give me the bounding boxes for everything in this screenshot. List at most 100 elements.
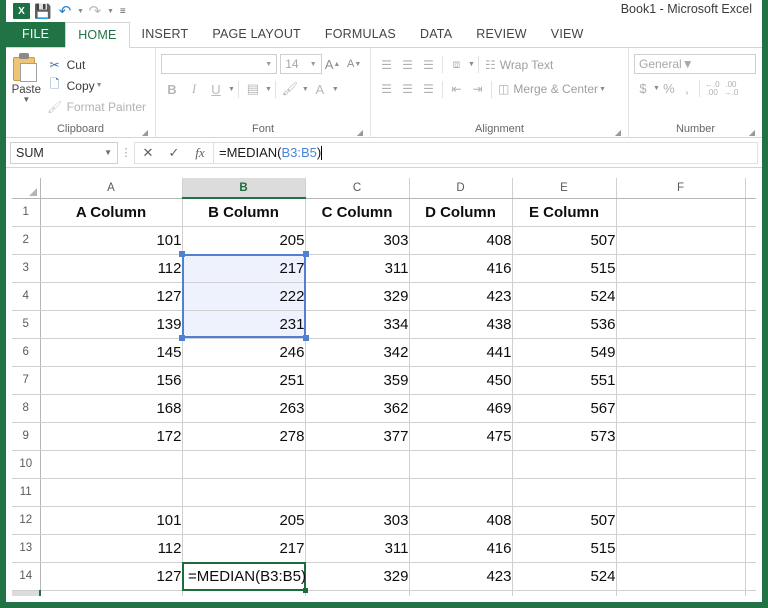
font-name-dropdown-icon[interactable]: ▼	[265, 61, 272, 68]
cell-F10[interactable]	[616, 450, 746, 479]
cell-D14[interactable]: 423	[409, 562, 513, 591]
cell-G11[interactable]	[745, 478, 756, 507]
cell-C3[interactable]: 311	[305, 254, 410, 283]
row-header-10[interactable]: 10	[12, 450, 41, 479]
cell-E5[interactable]: 536	[512, 310, 617, 339]
row-header-5[interactable]: 5	[12, 310, 41, 339]
cell-F12[interactable]	[616, 506, 746, 535]
save-icon[interactable]: 💾	[32, 2, 54, 20]
cell-B12[interactable]: 205	[182, 506, 306, 535]
column-header-e[interactable]: E	[512, 178, 617, 199]
cell-A2[interactable]: 101	[40, 226, 183, 255]
cell-G5[interactable]	[745, 310, 756, 339]
name-box-dropdown-icon[interactable]: ▼	[104, 148, 112, 157]
paste-button[interactable]: Paste ▼	[11, 51, 42, 123]
cell-C5[interactable]: 334	[305, 310, 410, 339]
column-header-d[interactable]: D	[409, 178, 513, 199]
cell-F6[interactable]	[616, 338, 746, 367]
cell-D12[interactable]: 408	[409, 506, 513, 535]
selection-handle-bottom-left[interactable]	[179, 335, 185, 341]
cell-A12[interactable]: 101	[40, 506, 183, 535]
cell-F15[interactable]	[616, 590, 746, 596]
row-header-3[interactable]: 3	[12, 254, 41, 283]
cell-D4[interactable]: 423	[409, 282, 513, 311]
cell-D2[interactable]: 408	[409, 226, 513, 255]
cell-C8[interactable]: 362	[305, 394, 410, 423]
cell-G6[interactable]	[745, 338, 756, 367]
column-header-f[interactable]: F	[616, 178, 746, 199]
cell-C12[interactable]: 303	[305, 506, 410, 535]
cell-C11[interactable]	[305, 478, 410, 507]
cell-C7[interactable]: 359	[305, 366, 410, 395]
row-header-4[interactable]: 4	[12, 282, 41, 311]
undo-dropdown-icon[interactable]: ▼	[77, 8, 84, 15]
active-cell-b15[interactable]: =MEDIAN(B3:B5)	[182, 562, 306, 591]
number-format-dropdown-icon[interactable]: ▼	[682, 57, 694, 71]
cell-A10[interactable]	[40, 450, 183, 479]
cell-F4[interactable]	[616, 282, 746, 311]
cell-B9[interactable]: 278	[182, 422, 306, 451]
tab-file[interactable]: FILE	[6, 21, 66, 47]
cell-E3[interactable]: 515	[512, 254, 617, 283]
cell-G2[interactable]	[745, 226, 756, 255]
cell-C6[interactable]: 342	[305, 338, 410, 367]
copy-dropdown-icon[interactable]: ▼	[96, 82, 103, 89]
tab-formulas[interactable]: FORMULAS	[313, 21, 408, 47]
tab-view[interactable]: VIEW	[539, 21, 596, 47]
cell-E12[interactable]: 507	[512, 506, 617, 535]
decrease-font-size-icon[interactable]: A ▼	[343, 54, 365, 75]
font-dialog-launcher-icon[interactable]: ◢	[357, 128, 363, 137]
cell-B2[interactable]: 205	[182, 226, 306, 255]
number-format-select[interactable]: General ▼	[634, 54, 756, 74]
cell-C10[interactable]	[305, 450, 410, 479]
cell-D9[interactable]: 475	[409, 422, 513, 451]
cell-E10[interactable]	[512, 450, 617, 479]
row-header-1[interactable]: 1	[12, 198, 41, 227]
clipboard-dialog-launcher-icon[interactable]: ◢	[142, 128, 148, 137]
tab-page-layout[interactable]: PAGE LAYOUT	[200, 21, 313, 47]
cell-D6[interactable]: 441	[409, 338, 513, 367]
cell-B13[interactable]: 217	[182, 534, 306, 563]
cell-B7[interactable]: 251	[182, 366, 306, 395]
cell-G12[interactable]	[745, 506, 756, 535]
cell-B6[interactable]: 246	[182, 338, 306, 367]
cell-G7[interactable]	[745, 366, 756, 395]
cell-A6[interactable]: 145	[40, 338, 183, 367]
cell-A13[interactable]: 112	[40, 534, 183, 563]
tab-review[interactable]: REVIEW	[464, 21, 539, 47]
row-header-14[interactable]: 14	[12, 562, 41, 591]
cell-A15[interactable]	[40, 590, 183, 596]
formula-input[interactable]: =MEDIAN(B3:B5)	[213, 141, 758, 164]
row-header-2[interactable]: 2	[12, 226, 41, 255]
cell-D11[interactable]	[409, 478, 513, 507]
font-size-dropdown-icon[interactable]: ▼	[310, 61, 317, 68]
column-header-b[interactable]: B	[182, 178, 306, 199]
paste-dropdown-icon[interactable]: ▼	[22, 96, 30, 104]
cell-B4[interactable]: 222	[182, 282, 306, 311]
cell-F3[interactable]	[616, 254, 746, 283]
fill-handle[interactable]	[303, 588, 308, 593]
cell-G1[interactable]	[745, 198, 756, 227]
cell-E2[interactable]: 507	[512, 226, 617, 255]
cancel-formula-button[interactable]: ✕	[135, 143, 161, 163]
cell-G15[interactable]	[745, 590, 756, 596]
row-header-12[interactable]: 12	[12, 506, 41, 535]
row-header-9[interactable]: 9	[12, 422, 41, 451]
cell-C14[interactable]: 329	[305, 562, 410, 591]
select-all-corner[interactable]	[12, 178, 41, 199]
cell-F8[interactable]	[616, 394, 746, 423]
font-size-input[interactable]: 14 ▼	[280, 54, 322, 74]
name-box[interactable]: SUM ▼	[10, 141, 118, 164]
row-header-8[interactable]: 8	[12, 394, 41, 423]
cell-C2[interactable]: 303	[305, 226, 410, 255]
cell-B5[interactable]: 231	[182, 310, 306, 339]
cell-F5[interactable]	[616, 310, 746, 339]
cell-E9[interactable]: 573	[512, 422, 617, 451]
copy-button[interactable]: 🗋 Copy ▼	[42, 75, 150, 96]
cell-B10[interactable]	[182, 450, 306, 479]
cell-D15[interactable]	[409, 590, 513, 596]
cell-E6[interactable]: 549	[512, 338, 617, 367]
cell-C13[interactable]: 311	[305, 534, 410, 563]
cell-D8[interactable]: 469	[409, 394, 513, 423]
cell-A1[interactable]: A Column	[40, 198, 183, 227]
